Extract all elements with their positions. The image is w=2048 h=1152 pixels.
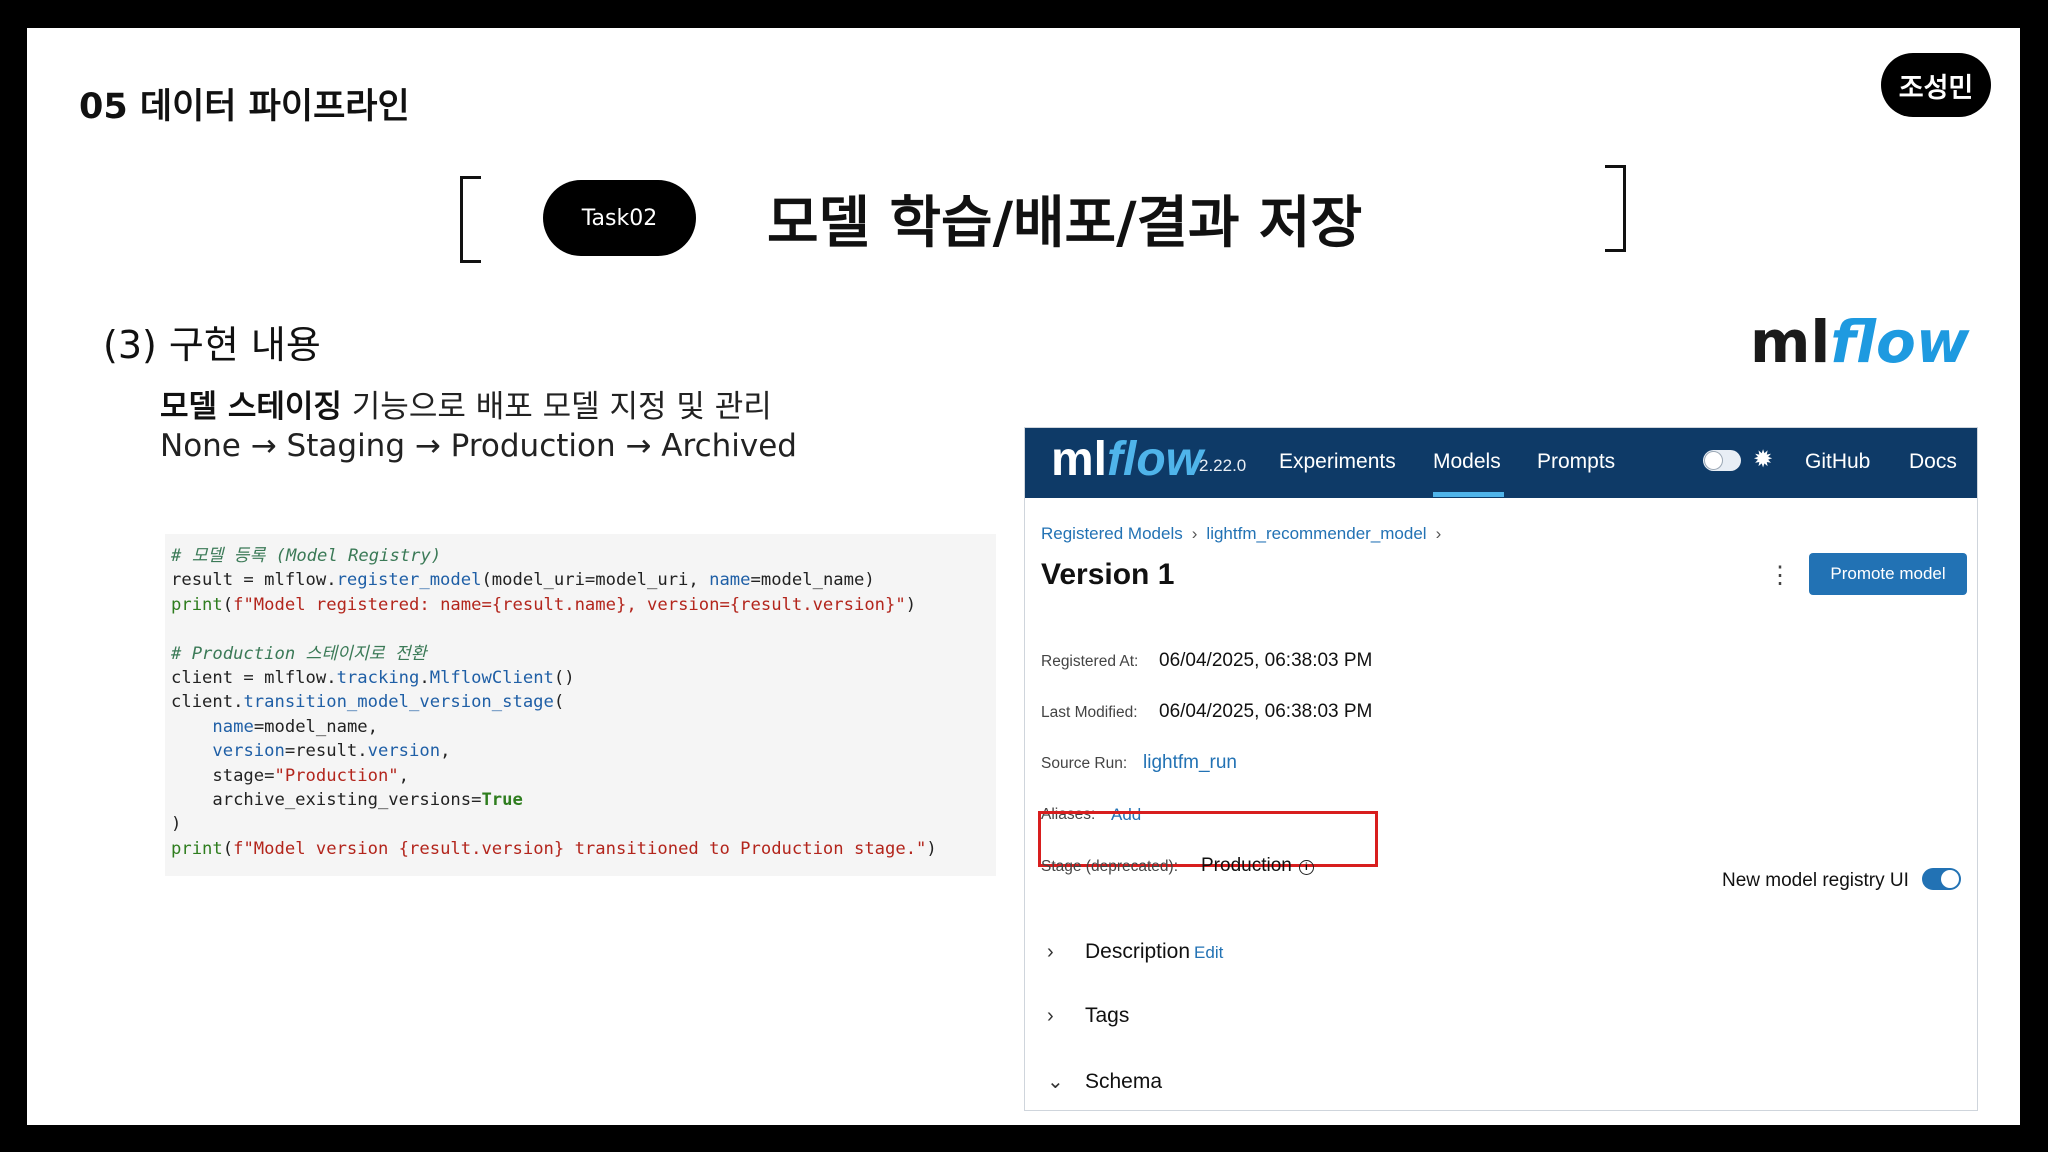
last-modified-label: Last Modified: (1041, 704, 1138, 721)
code-line: print(f"Model version {result.version} t… (171, 838, 937, 859)
mlflow-version: 2.22.0 (1199, 456, 1247, 475)
version-title: Version 1 (1041, 558, 1175, 591)
impl-bold-text: 모델 스테이징 (160, 389, 342, 425)
nav-experiments[interactable]: Experiments (1279, 450, 1396, 474)
stage-value-text: Production (1201, 855, 1292, 876)
code-line: print(f"Model registered: name={result.n… (171, 594, 917, 615)
author-badge: 조성민 (1881, 53, 1991, 117)
code-block: # 모델 등록 (Model Registry) result = mlflow.… (165, 534, 996, 876)
mlflow-screenshot: mlflow 2.22.0 Experiments Models Prompts… (1024, 427, 1978, 1111)
slide: 05 데이터 파이프라인 조성민 Task02 모델 학습/배포/결과 저장 (… (27, 28, 2020, 1125)
code-line: ) (171, 814, 182, 835)
new-registry-label: New model registry UI (1722, 870, 1909, 891)
breadcrumb-model-name[interactable]: lightfm_recommender_model (1206, 524, 1426, 543)
mlflow-brand-logo: mlflow (1750, 308, 1969, 376)
description-section[interactable]: › Description Edit (1047, 940, 1223, 964)
promote-model-button[interactable]: Promote model (1809, 553, 1967, 595)
last-modified-value: 06/04/2025, 06:38:03 PM (1159, 701, 1373, 722)
registered-at-value: 06/04/2025, 06:38:03 PM (1159, 650, 1373, 671)
source-run-label: Source Run: (1041, 755, 1128, 772)
description-edit-link[interactable]: Edit (1194, 943, 1223, 962)
chevron-right-icon: › (1435, 524, 1442, 543)
code-line: archive_existing_versions=True (171, 789, 523, 810)
nav-logo-ml: ml (1051, 433, 1108, 486)
stage-label: Stage (deprecated): (1041, 858, 1179, 875)
impl-heading: (3) 구현 내용 (103, 323, 321, 367)
brand-logo-flow: flow (1830, 308, 1970, 376)
nav-logo-flow: flow (1107, 433, 1203, 486)
impl-rest-text: 기능으로 배포 모델 지정 및 관리 (341, 389, 772, 425)
code-line: stage="Production", (171, 765, 410, 786)
brand-logo-ml: ml (1750, 308, 1831, 376)
tags-label: Tags (1085, 1004, 1130, 1027)
info-icon[interactable]: i (1298, 860, 1314, 875)
nav-active-indicator (1433, 492, 1504, 497)
code-line: client = mlflow.tracking.MlflowClient() (171, 667, 575, 688)
code-line: result = mlflow.register_model(model_uri… (171, 570, 875, 591)
schema-label: Schema (1085, 1070, 1163, 1093)
mlflow-navbar: mlflow 2.22.0 Experiments Models Prompts… (1025, 428, 1977, 498)
description-label: Description (1085, 940, 1191, 963)
tags-section[interactable]: › Tags (1047, 1004, 1129, 1028)
chevron-down-icon: ⌄ (1047, 1071, 1064, 1093)
code-line: # Production 스테이지로 전환 (171, 643, 427, 664)
breadcrumb-registered-models[interactable]: Registered Models (1041, 524, 1183, 543)
dark-mode-toggle[interactable] (1703, 450, 1741, 471)
title-bracket-left (460, 176, 481, 263)
chevron-right-icon: › (1047, 941, 1054, 963)
source-run-link[interactable]: lightfm_run (1143, 752, 1237, 774)
nav-models[interactable]: Models (1433, 450, 1501, 474)
title-bracket-right (1605, 165, 1626, 252)
more-options-icon[interactable]: ⋮ (1768, 561, 1792, 590)
sun-icon: ✹ (1753, 446, 1774, 473)
mlflow-logo[interactable]: mlflow (1051, 432, 1203, 487)
impl-description: 모델 스테이징 기능으로 배포 모델 지정 및 관리 (160, 381, 772, 426)
breadcrumb: Registered Models › lightfm_recommender_mo… (1041, 524, 1450, 544)
nav-docs[interactable]: Docs (1909, 450, 1957, 474)
code-line: client.transition_model_version_stage( (171, 692, 565, 713)
code-line: # 모델 등록 (Model Registry) (171, 546, 442, 566)
section-title: 05 데이터 파이프라인 (79, 87, 410, 127)
registered-at-label: Registered At: (1041, 653, 1139, 670)
stage-value: Production i (1201, 855, 1314, 877)
code-line: version=result.version, (212, 741, 451, 762)
task-badge: Task02 (543, 180, 696, 256)
new-registry-toggle[interactable] (1922, 868, 1961, 890)
code-line: name=model_name, (212, 716, 378, 737)
stage-flow-text: None → Staging → Production → Archived (160, 428, 797, 464)
schema-section[interactable]: ⌄ Schema (1047, 1069, 1162, 1094)
chevron-right-icon: › (1047, 1005, 1054, 1027)
chevron-right-icon: › (1191, 524, 1198, 543)
nav-prompts[interactable]: Prompts (1537, 450, 1615, 474)
main-title: 모델 학습/배포/결과 저장 (767, 191, 1363, 256)
nav-github[interactable]: GitHub (1805, 450, 1870, 474)
